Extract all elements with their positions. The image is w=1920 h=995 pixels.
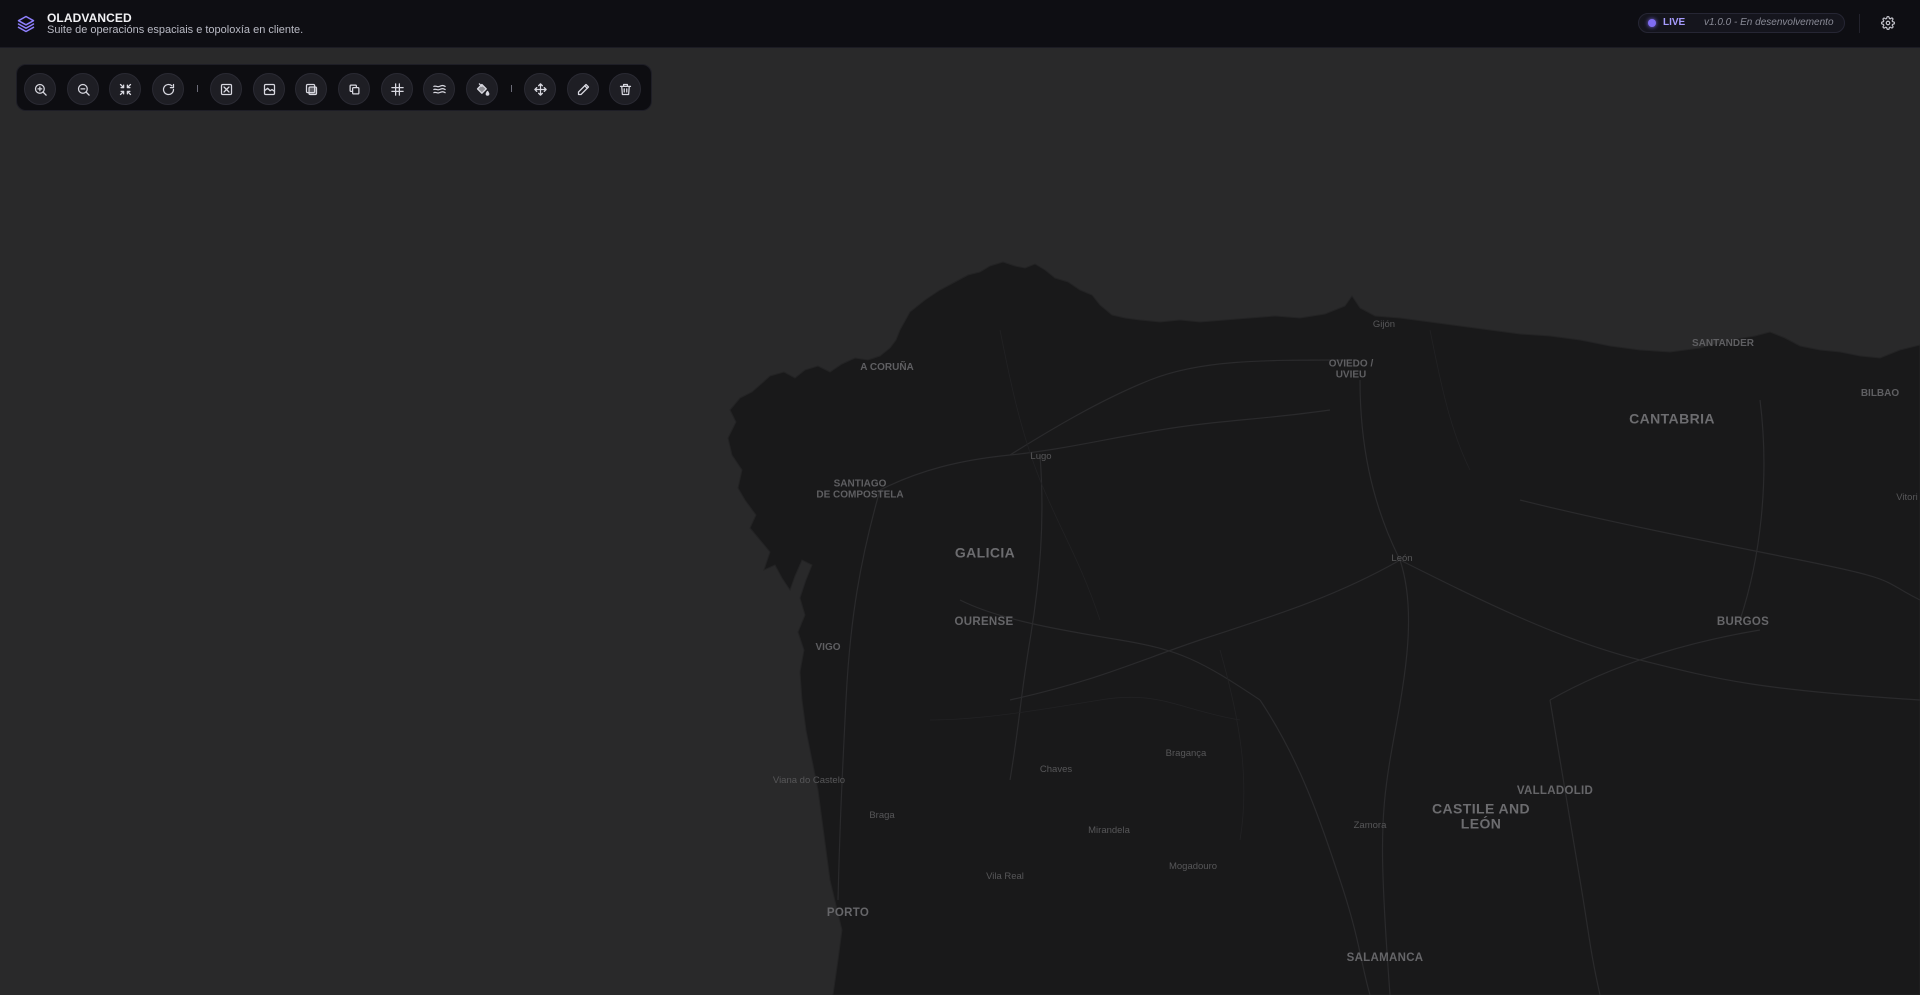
image-layer-button[interactable] bbox=[253, 73, 285, 105]
app-header: OLADVANCED Suite de operacións espaciais… bbox=[0, 0, 1920, 48]
map-label-ourense: OURENSE bbox=[954, 615, 1014, 628]
zoom-in-button[interactable] bbox=[24, 73, 56, 105]
map-label-santiago: SANTIAGO DE COMPOSTELA bbox=[816, 478, 904, 500]
map-label-cantabria: CANTABRIA bbox=[1629, 410, 1715, 427]
map-toolbar bbox=[16, 64, 652, 111]
map-label-gijon: Gijón bbox=[1372, 319, 1396, 331]
refresh-button[interactable] bbox=[152, 73, 184, 105]
map-label-castile-leon: CASTILE AND LEÓN bbox=[1432, 800, 1530, 831]
zoom-out-button[interactable] bbox=[67, 73, 99, 105]
map-label-bilbao: BILBAO bbox=[1860, 387, 1900, 399]
fit-extent-button[interactable] bbox=[109, 73, 141, 105]
toolbar-separator bbox=[511, 85, 512, 92]
map-label-porto: PORTO bbox=[826, 906, 870, 919]
live-label: LIVE bbox=[1663, 17, 1686, 28]
image-layer-icon bbox=[263, 83, 275, 95]
copy-icon bbox=[349, 84, 359, 94]
map-label-santander: SANTANDER bbox=[1691, 337, 1755, 349]
status-badge: LIVE v1.0.0 - En desenvolvemento bbox=[1638, 13, 1845, 33]
version-label: v1.0.0 - En desenvolvemento bbox=[1704, 17, 1834, 28]
zoom-out-icon bbox=[77, 83, 90, 96]
toolbar-separator bbox=[197, 85, 198, 92]
gear-icon bbox=[1881, 16, 1895, 30]
app-subtitle: Suite de operacións espaciais e topoloxí… bbox=[47, 24, 304, 36]
paint-bucket-icon bbox=[476, 82, 489, 96]
map-label-mogadouro: Mogadouro bbox=[1168, 861, 1218, 873]
refresh-icon bbox=[162, 83, 174, 95]
map-label-a-coruna: A CORUÑA bbox=[860, 361, 914, 373]
settings-button[interactable] bbox=[1878, 13, 1898, 33]
layers-icon bbox=[17, 15, 35, 33]
header-divider bbox=[1859, 14, 1860, 33]
map-label-vigo: VIGO bbox=[815, 641, 841, 653]
map-label-viana: Viana do Castelo bbox=[772, 775, 846, 787]
map-label-mirandela: Mirandela bbox=[1088, 825, 1130, 837]
collapse-arrows-icon bbox=[119, 83, 131, 95]
live-indicator-icon bbox=[1648, 19, 1656, 27]
edit-button[interactable] bbox=[567, 73, 599, 105]
app-title: OLADVANCED bbox=[47, 11, 132, 25]
zoom-in-icon bbox=[34, 83, 47, 96]
map-label-lugo: Lugo bbox=[1030, 451, 1052, 463]
waves-icon bbox=[432, 84, 446, 94]
map-label-valladolid: VALLADOLID bbox=[1516, 784, 1594, 797]
overlay-button[interactable] bbox=[295, 73, 327, 105]
overlay-icon bbox=[305, 83, 317, 95]
map-canvas[interactable]: Gijón SANTANDER A CORUÑA OVIEDO / UVIEU … bbox=[0, 48, 1920, 995]
map-label-leon: León bbox=[1391, 553, 1413, 565]
move-button[interactable] bbox=[524, 73, 556, 105]
select-box-icon bbox=[220, 83, 232, 95]
grid-icon bbox=[390, 82, 404, 96]
delete-button[interactable] bbox=[609, 73, 641, 105]
map-label-burgos: BURGOS bbox=[1716, 615, 1770, 628]
map-label-chaves: Chaves bbox=[1039, 764, 1073, 776]
select-box-button[interactable] bbox=[210, 73, 242, 105]
copy-button[interactable] bbox=[338, 73, 370, 105]
map-label-vitoria: Vitori bbox=[1896, 492, 1918, 504]
fill-button[interactable] bbox=[466, 73, 498, 105]
map-label-braga: Braga bbox=[869, 810, 895, 822]
move-icon bbox=[533, 82, 547, 96]
pencil-icon bbox=[577, 83, 589, 95]
trash-icon bbox=[619, 83, 631, 95]
grid-button[interactable] bbox=[381, 73, 413, 105]
map-label-zamora: Zamora bbox=[1353, 820, 1387, 832]
map-label-salamanca: SALAMANCA bbox=[1346, 951, 1424, 964]
map-label-braganca: Bragança bbox=[1165, 748, 1207, 760]
map-label-oviedo: OVIEDO / UVIEU bbox=[1328, 358, 1374, 380]
basemap bbox=[727, 261, 1920, 995]
map-label-vila-real: Vila Real bbox=[986, 871, 1024, 883]
waves-button[interactable] bbox=[423, 73, 455, 105]
map-label-galicia: GALICIA bbox=[954, 544, 1016, 561]
